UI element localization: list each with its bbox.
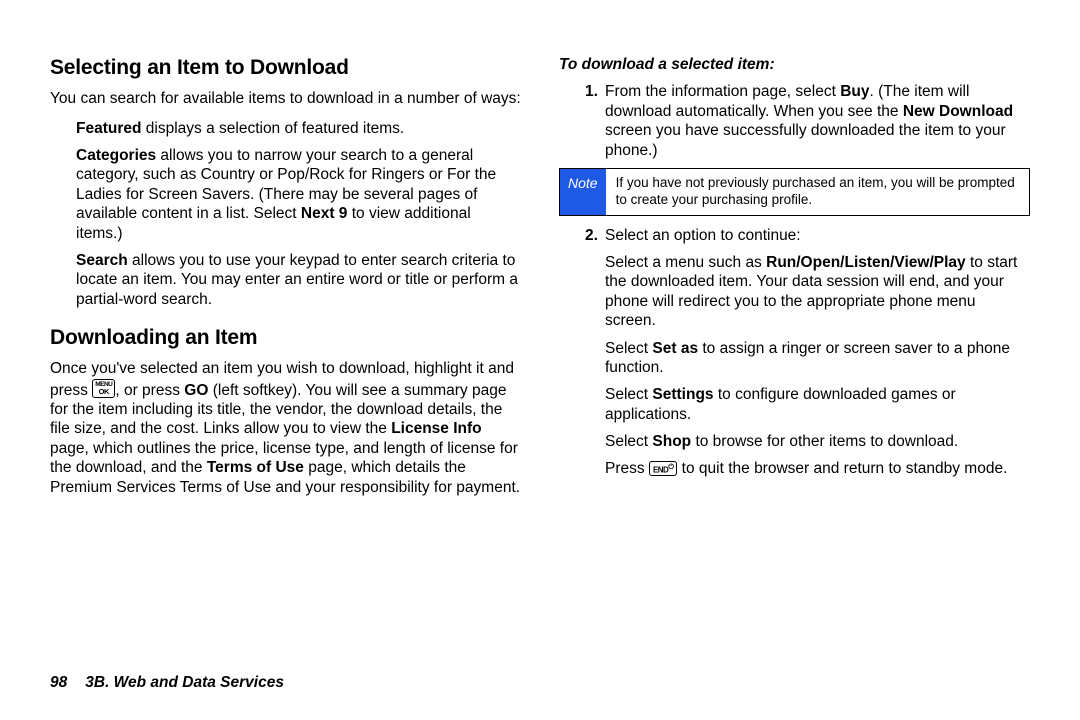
bold-shop: Shop — [652, 433, 691, 450]
downloading-paragraph: Once you've selected an item you wish to… — [50, 359, 521, 497]
bold-featured: Featured — [76, 120, 141, 137]
dl-text-b: , or press — [115, 382, 184, 399]
heading-downloading: Downloading an Item — [50, 325, 521, 351]
bold-search: Search — [76, 252, 128, 269]
note-text: If you have not previously purchased an … — [606, 169, 1029, 215]
search-rest: allows you to use your keypad to enter s… — [76, 252, 518, 308]
left-column: Selecting an Item to Download You can se… — [50, 55, 521, 507]
bold-settings: Settings — [652, 386, 713, 403]
section-title: 3B. Web and Data Services — [85, 674, 284, 691]
step-1-number: 1. — [585, 82, 605, 160]
note-box: Note If you have not previously purchase… — [559, 168, 1030, 216]
bold-run: Run/Open/Listen/View/Play — [766, 254, 966, 271]
bold-terms: Terms of Use — [207, 459, 304, 476]
menu-ok-key-icon: MENUOK — [92, 379, 115, 398]
step-2-text: Select an option to continue: — [605, 226, 801, 245]
featured-item: Featured displays a selection of feature… — [76, 119, 521, 138]
note-label: Note — [560, 169, 606, 215]
option-settings: Select Settings to configure downloaded … — [605, 385, 1030, 424]
option-run: Select a menu such as Run/Open/Listen/Vi… — [605, 253, 1030, 331]
bold-buy: Buy — [840, 83, 869, 100]
step-2-number: 2. — [585, 226, 605, 245]
intro-paragraph: You can search for available items to do… — [50, 89, 521, 108]
step-1: 1. From the information page, select Buy… — [585, 82, 1030, 160]
step-1-text: From the information page, select Buy. (… — [605, 82, 1030, 160]
bold-next9: Next 9 — [301, 205, 348, 222]
featured-rest: displays a selection of featured items. — [141, 120, 404, 137]
bold-license: License Info — [391, 420, 481, 437]
bold-new-download: New Download — [903, 103, 1013, 120]
bold-go: GO — [184, 382, 208, 399]
bold-set-as: Set as — [652, 340, 698, 357]
right-column: To download a selected item: 1. From the… — [559, 55, 1030, 507]
option-end: Press END⏻ to quit the browser and retur… — [605, 459, 1030, 478]
heading-selecting: Selecting an Item to Download — [50, 55, 521, 81]
search-item: Search allows you to use your keypad to … — [76, 251, 521, 309]
option-set-as: Select Set as to assign a ringer or scre… — [605, 339, 1030, 378]
end-key-icon: END⏻ — [649, 461, 677, 477]
subhead-download: To download a selected item: — [559, 55, 1030, 74]
step-2: 2. Select an option to continue: — [585, 226, 1030, 245]
page-number: 98 — [50, 674, 67, 691]
bold-categories: Categories — [76, 147, 156, 164]
option-shop: Select Shop to browse for other items to… — [605, 432, 1030, 451]
categories-item: Categories allows you to narrow your sea… — [76, 146, 521, 243]
page-footer: 98 3B. Web and Data Services — [50, 673, 284, 692]
